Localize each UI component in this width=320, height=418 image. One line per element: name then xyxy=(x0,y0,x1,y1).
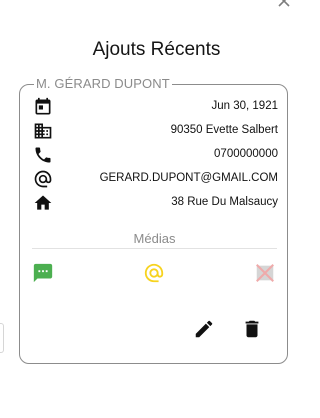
email-row: GERARD.DUPONT@GMAIL.COM xyxy=(32,168,278,190)
media-divider xyxy=(32,248,277,249)
recent-additions-panel: Ajouts Récents M. GÉRARD DUPONT Jun 30, … xyxy=(0,0,313,418)
edit-icon[interactable] xyxy=(193,318,215,340)
birth-date-row: Jun 30, 1921 xyxy=(32,96,278,118)
email-at-icon[interactable] xyxy=(143,262,165,284)
sms-icon[interactable] xyxy=(32,262,54,284)
side-panel-edge xyxy=(0,323,4,353)
page-title: Ajouts Récents xyxy=(92,39,221,60)
contact-card: M. GÉRARD DUPONT Jun 30, 1921 90350 Evet… xyxy=(19,76,288,364)
building-icon xyxy=(33,121,53,141)
media-section-label: Médias xyxy=(133,231,176,246)
crossed-out-icon[interactable] xyxy=(254,262,276,284)
address-value: 38 Rue Du Malsaucy xyxy=(171,196,278,208)
at-sign-icon xyxy=(33,169,53,189)
city-value: 90350 Evette Salbert xyxy=(170,124,278,136)
phone-icon xyxy=(33,145,53,165)
contact-name: M. GÉRARD DUPONT xyxy=(34,76,172,91)
home-icon xyxy=(33,193,53,213)
trash-icon[interactable] xyxy=(241,318,263,340)
city-row: 90350 Evette Salbert xyxy=(32,120,278,142)
phone-value: 0700000000 xyxy=(214,148,278,160)
phone-row: 0700000000 xyxy=(32,144,278,166)
email-value: GERARD.DUPONT@GMAIL.COM xyxy=(99,172,278,184)
birth-date-value: Jun 30, 1921 xyxy=(211,100,278,112)
close-icon[interactable] xyxy=(277,0,291,8)
calendar-icon xyxy=(33,97,53,117)
address-row: 38 Rue Du Malsaucy xyxy=(32,192,278,214)
